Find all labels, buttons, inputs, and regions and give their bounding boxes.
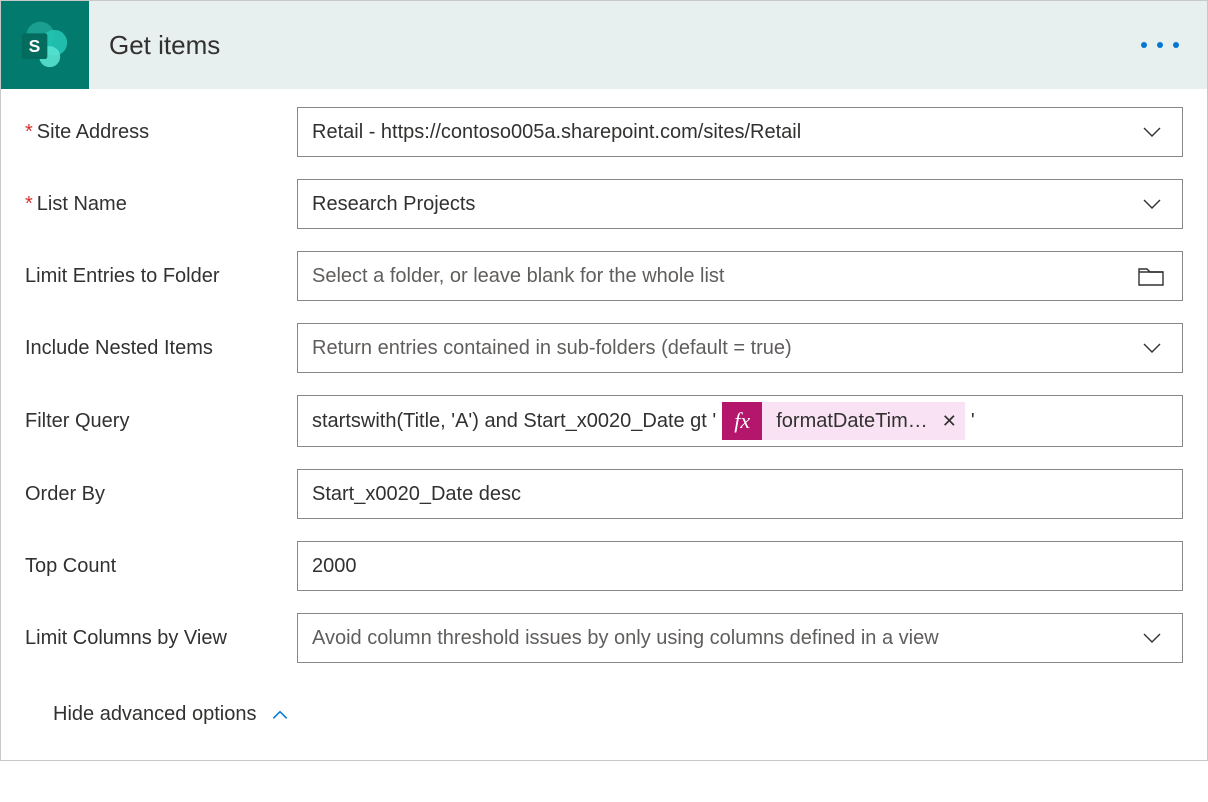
- svg-text:S: S: [29, 36, 41, 56]
- field-value: 2000: [312, 555, 357, 578]
- field-placeholder: Select a folder, or leave blank for the …: [312, 265, 724, 288]
- field-value: Research Projects: [312, 193, 475, 216]
- chevron-down-icon: [1140, 336, 1164, 360]
- list-name-dropdown[interactable]: Research Projects: [297, 179, 1183, 229]
- label-text: Order By: [25, 483, 105, 506]
- expression-chip[interactable]: fx formatDateTim… ✕: [722, 402, 965, 440]
- label-text: Site Address: [37, 121, 149, 144]
- card-menu-button[interactable]: [1141, 42, 1179, 48]
- card-body: * Site Address Retail - https://contoso0…: [1, 89, 1207, 760]
- label-include-nested: Include Nested Items: [25, 337, 297, 360]
- field-placeholder: Avoid column threshold issues by only us…: [312, 627, 939, 650]
- chevron-up-icon: [270, 705, 290, 725]
- label-filter-query: Filter Query: [25, 410, 297, 433]
- chevron-down-icon: [1140, 192, 1164, 216]
- required-marker: *: [25, 121, 33, 144]
- include-nested-dropdown[interactable]: Return entries contained in sub-folders …: [297, 323, 1183, 373]
- action-card: S Get items * Site Address Retail - http…: [0, 0, 1208, 761]
- label-order-by: Order By: [25, 483, 297, 506]
- label-list-name: * List Name: [25, 193, 297, 216]
- label-text: Limit Entries to Folder: [25, 265, 220, 288]
- label-limit-columns: Limit Columns by View: [25, 627, 297, 650]
- sharepoint-icon: S: [1, 1, 89, 89]
- limit-folder-input[interactable]: Select a folder, or leave blank for the …: [297, 251, 1183, 301]
- card-title: Get items: [89, 30, 220, 61]
- field-value: Start_x0020_Date desc: [312, 483, 521, 506]
- site-address-dropdown[interactable]: Retail - https://contoso005a.sharepoint.…: [297, 107, 1183, 157]
- label-text: Limit Columns by View: [25, 627, 227, 650]
- card-header[interactable]: S Get items: [1, 1, 1207, 89]
- label-text: Top Count: [25, 555, 116, 578]
- ellipsis-icon: [1141, 42, 1147, 48]
- label-text: Include Nested Items: [25, 337, 213, 360]
- label-text: Filter Query: [25, 410, 129, 433]
- field-value: Retail - https://contoso005a.sharepoint.…: [312, 121, 801, 144]
- label-site-address: * Site Address: [25, 121, 297, 144]
- toggle-label: Hide advanced options: [53, 703, 256, 726]
- label-limit-folder: Limit Entries to Folder: [25, 265, 297, 288]
- fx-icon: fx: [722, 402, 762, 440]
- ellipsis-icon: [1173, 42, 1179, 48]
- required-marker: *: [25, 193, 33, 216]
- filter-text-after: ': [971, 410, 975, 433]
- order-by-input[interactable]: Start_x0020_Date desc: [297, 469, 1183, 519]
- field-placeholder: Return entries contained in sub-folders …: [312, 337, 792, 360]
- chevron-down-icon: [1140, 626, 1164, 650]
- folder-picker-button[interactable]: [1138, 265, 1164, 287]
- filter-query-input[interactable]: startswith(Title, 'A') and Start_x0020_D…: [297, 395, 1183, 447]
- filter-text-before: startswith(Title, 'A') and Start_x0020_D…: [312, 410, 716, 433]
- label-text: List Name: [37, 193, 127, 216]
- top-count-input[interactable]: 2000: [297, 541, 1183, 591]
- expression-label: formatDateTim…: [776, 410, 928, 433]
- limit-columns-dropdown[interactable]: Avoid column threshold issues by only us…: [297, 613, 1183, 663]
- remove-expression-button[interactable]: ✕: [942, 411, 957, 432]
- label-top-count: Top Count: [25, 555, 297, 578]
- ellipsis-icon: [1157, 42, 1163, 48]
- chevron-down-icon: [1140, 120, 1164, 144]
- hide-advanced-options-toggle[interactable]: Hide advanced options: [25, 685, 1183, 750]
